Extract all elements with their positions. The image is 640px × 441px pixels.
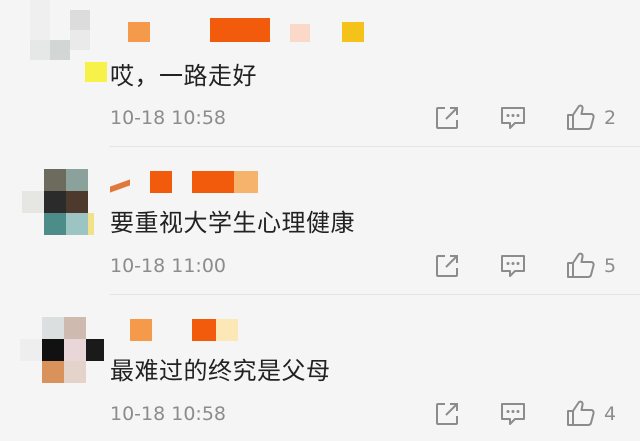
share-icon — [436, 403, 458, 425]
reply-button[interactable] — [498, 251, 528, 281]
comment-time: 10-18 10:58 — [110, 403, 227, 425]
like-button[interactable] — [566, 102, 596, 132]
comment-icon — [501, 255, 525, 277]
comment-time: 10-18 10:58 — [110, 107, 227, 129]
comment-text: 要重视大学生心理健康 — [110, 209, 355, 237]
like-count: 5 — [604, 255, 617, 277]
like-button[interactable] — [566, 250, 596, 280]
like-icon — [567, 252, 595, 278]
username[interactable] — [110, 167, 270, 193]
reply-button[interactable] — [498, 399, 528, 429]
like-count: 4 — [604, 403, 617, 425]
username[interactable] — [110, 319, 250, 343]
comment-item: 最难过的终究是父母 10-18 10:58 4 — [0, 295, 640, 441]
share-icon — [436, 107, 458, 129]
share-button[interactable] — [432, 399, 462, 429]
comment-icon — [501, 107, 525, 129]
avatar[interactable] — [30, 0, 107, 82]
avatar[interactable] — [22, 169, 94, 235]
comment-item: 哎，一路走好 10-18 10:58 2 — [0, 0, 640, 147]
comment-icon — [501, 403, 525, 425]
comment-text: 最难过的终究是父母 — [110, 357, 331, 385]
comment-time: 10-18 11:00 — [110, 255, 227, 277]
share-button[interactable] — [432, 103, 462, 133]
comment-text: 哎，一路走好 — [110, 62, 257, 90]
like-icon — [567, 400, 595, 426]
share-icon — [436, 255, 458, 277]
comment-item: 要重视大学生心理健康 10-18 11:00 5 — [0, 147, 640, 295]
like-button[interactable] — [566, 398, 596, 428]
like-count: 2 — [604, 107, 617, 129]
avatar[interactable] — [20, 317, 104, 383]
username[interactable] — [120, 18, 370, 44]
share-button[interactable] — [432, 251, 462, 281]
reply-button[interactable] — [498, 103, 528, 133]
like-icon — [567, 104, 595, 130]
